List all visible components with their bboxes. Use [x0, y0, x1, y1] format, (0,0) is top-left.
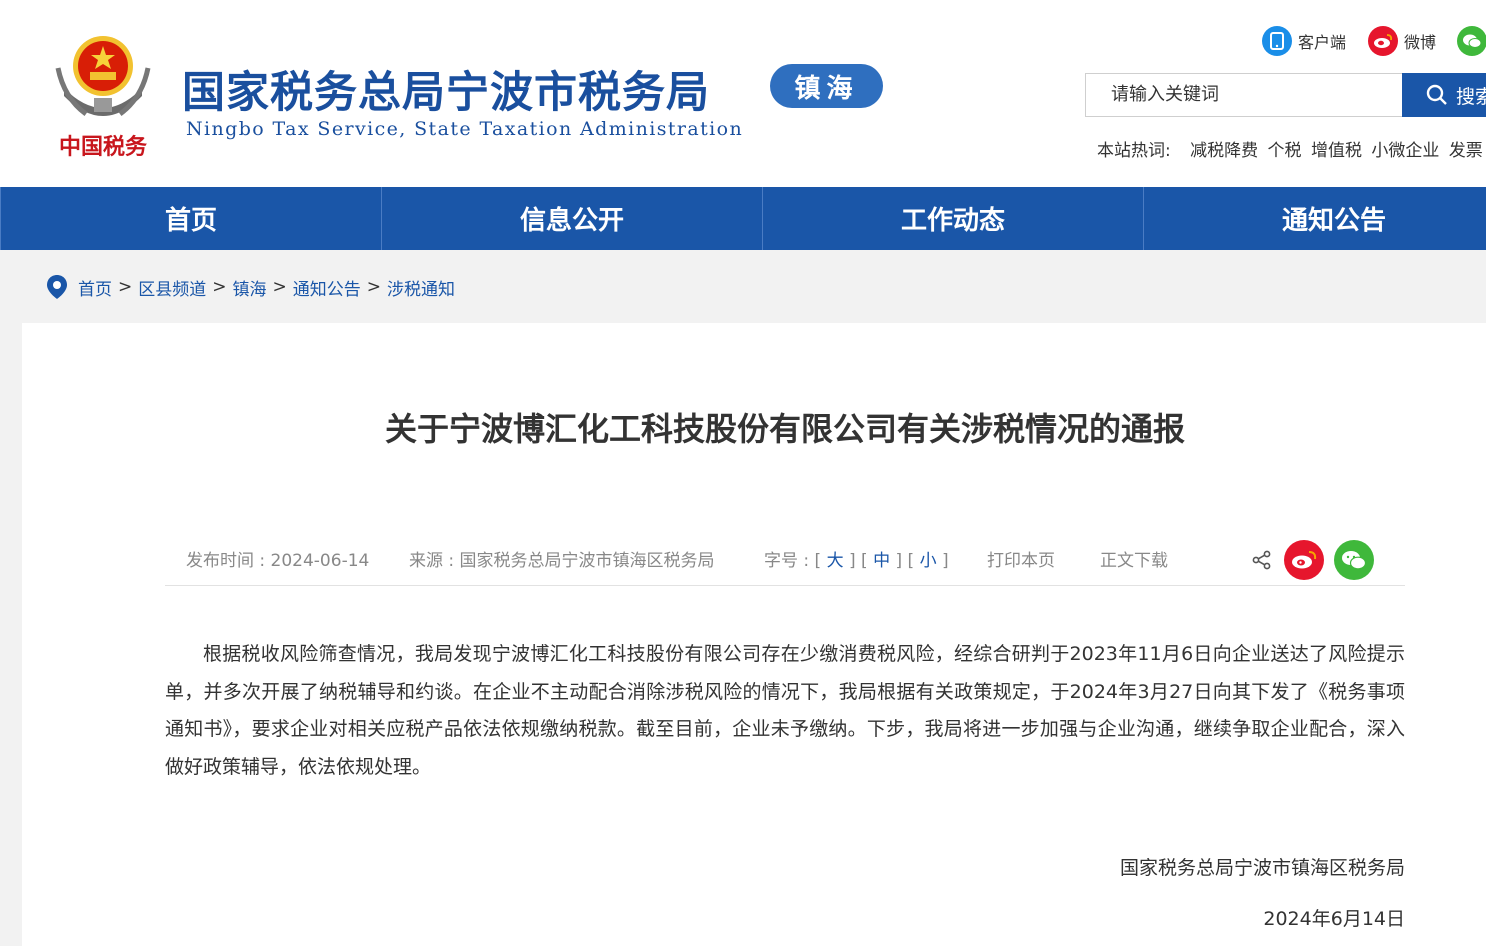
weibo-link[interactable]: 微博 [1368, 26, 1436, 56]
svg-text:中国税务: 中国税务 [59, 134, 148, 160]
article-meta: 发布时间 : 2024-06-14 来源 : 国家税务总局宁波市镇海区税务局 字… [165, 538, 1405, 586]
main-nav: 首页 信息公开 工作动态 通知公告 [0, 187, 1486, 250]
breadcrumb-separator: > [272, 277, 287, 297]
font-size-control: 字号 : [ 大 ] [ 中 ] [ 小 ] [764, 551, 949, 571]
tax-emblem-logo[interactable]: 中国税务 [50, 28, 156, 160]
hot-word[interactable]: 增值税 [1311, 141, 1362, 161]
nav-item-work[interactable]: 工作动态 [762, 187, 1143, 250]
font-large-button[interactable]: 大 [827, 551, 844, 571]
font-size-label: 字号 : [764, 551, 810, 571]
share-icon[interactable] [1252, 550, 1272, 570]
weibo-icon [1292, 551, 1317, 569]
share-wechat-button[interactable] [1334, 540, 1374, 580]
download-button[interactable]: 正文下载 [1100, 546, 1168, 571]
print-button[interactable]: 打印本页 [987, 546, 1055, 571]
location-pin-icon [47, 275, 67, 299]
search-icon [1426, 84, 1447, 105]
article-signature: 国家税务总局宁波市镇海区税务局 [1119, 857, 1405, 879]
breadcrumb-separator: > [366, 277, 381, 297]
article-source: 来源 : 国家税务总局宁波市镇海区税务局 [409, 551, 715, 571]
breadcrumb-district[interactable]: 区县频道 [138, 275, 206, 300]
hot-word[interactable]: 小微企业 [1371, 141, 1439, 161]
hot-words: 本站热词: 减税降费 个税 增值税 小微企业 发票 [1097, 136, 1486, 161]
article-paragraph: 根据税收风险筛查情况，我局发现宁波博汇化工科技股份有限公司存在少缴消费税风险，经… [165, 643, 1405, 778]
search-input[interactable]: 请输入关键词 [1085, 73, 1402, 117]
breadcrumb-region[interactable]: 镇海 [233, 275, 267, 300]
site-title[interactable]: 国家税务总局宁波市税务局 [182, 58, 710, 120]
site-subtitle: Ningbo Tax Service, State Taxation Admin… [186, 118, 744, 140]
breadcrumb-home[interactable]: 首页 [78, 275, 112, 300]
region-badge[interactable]: 镇海 [770, 64, 883, 108]
article-body: 根据税收风险筛查情况，我局发现宁波博汇化工科技股份有限公司存在少缴消费税风险，经… [165, 636, 1405, 786]
publish-date: 发布时间 : 2024-06-14 [186, 551, 370, 571]
weibo-label: 微博 [1404, 33, 1437, 52]
wechat-icon [1342, 551, 1367, 570]
client-link[interactable]: 客户端 [1262, 26, 1346, 56]
site-header: 中国税务 国家税务总局宁波市税务局 Ningbo Tax Service, St… [0, 0, 1486, 187]
article-title: 关于宁波博汇化工科技股份有限公司有关涉税情况的通报 [384, 410, 1185, 448]
breadcrumb: 首页 > 区县频道 > 镇海 > 通知公告 > 涉税通知 [46, 273, 455, 301]
nav-item-home[interactable]: 首页 [0, 187, 381, 250]
breadcrumb-current[interactable]: 涉税通知 [387, 275, 455, 300]
hot-word[interactable]: 减税降费 [1190, 141, 1258, 161]
hot-words-label: 本站热词: [1097, 141, 1171, 161]
nav-item-info[interactable]: 信息公开 [381, 187, 762, 250]
search-button[interactable]: 搜索 [1402, 73, 1486, 117]
article-sign-date: 2024年6月14日 [1263, 908, 1405, 930]
nav-item-notice[interactable]: 通知公告 [1143, 187, 1486, 250]
wechat-icon [1457, 26, 1486, 56]
breadcrumb-separator: > [212, 277, 227, 297]
share-weibo-button[interactable] [1284, 540, 1324, 580]
weibo-icon [1368, 26, 1398, 56]
mobile-client-icon [1262, 26, 1292, 56]
hot-word[interactable]: 发票 [1449, 141, 1483, 161]
font-medium-button[interactable]: 中 [873, 551, 890, 571]
wechat-link[interactable] [1457, 26, 1486, 56]
hot-word[interactable]: 个税 [1268, 141, 1302, 161]
search-button-label: 搜索 [1456, 85, 1486, 108]
breadcrumb-separator: > [118, 277, 133, 297]
client-label: 客户端 [1298, 33, 1347, 52]
breadcrumb-notice[interactable]: 通知公告 [293, 275, 361, 300]
font-small-button[interactable]: 小 [920, 551, 937, 571]
